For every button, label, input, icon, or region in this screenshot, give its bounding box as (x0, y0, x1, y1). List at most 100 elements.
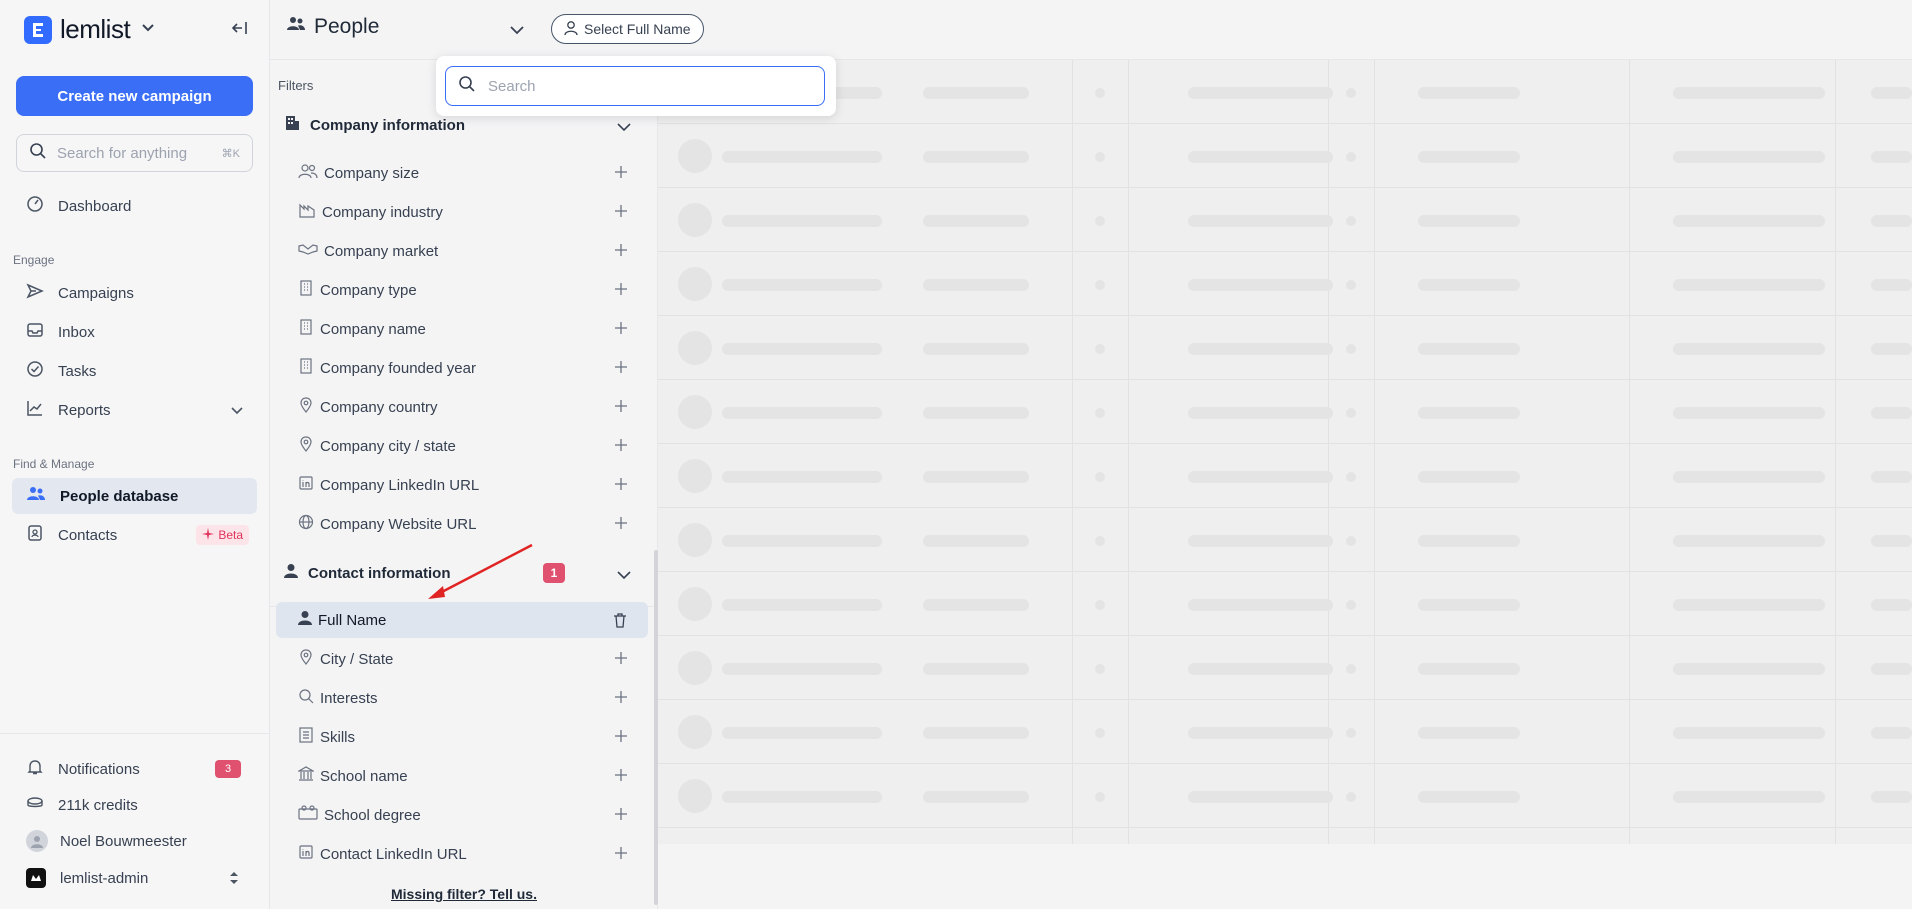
filter-company-website-url[interactable]: Company Website URL (276, 506, 648, 542)
plus-icon[interactable] (614, 807, 628, 825)
filter-company-founded-year[interactable]: Company founded year (276, 350, 648, 386)
plus-icon[interactable] (614, 204, 628, 222)
plus-icon[interactable] (614, 690, 628, 708)
plus-icon[interactable] (614, 360, 628, 378)
plus-icon[interactable] (614, 438, 628, 456)
building-icon (284, 115, 300, 135)
nav-notifications[interactable]: Notifications 3 (12, 751, 257, 787)
text-skeleton (1188, 215, 1333, 227)
search-placeholder: Search for anything (57, 144, 188, 162)
plus-icon[interactable] (614, 477, 628, 495)
avatar-skeleton (678, 715, 712, 749)
nav-reports[interactable]: Reports (12, 392, 257, 428)
filter-skills[interactable]: Skills (276, 719, 648, 755)
filter-school-name[interactable]: School name (276, 758, 648, 794)
missing-filter-link[interactable]: Missing filter? Tell us. (270, 886, 658, 902)
people-table-skeleton (658, 60, 1912, 844)
text-skeleton (923, 663, 1029, 675)
table-row-skeleton (658, 316, 1912, 380)
filter-label: Contact LinkedIn URL (320, 845, 467, 863)
chevron-down-icon (616, 119, 632, 139)
dropdown-search-input[interactable] (486, 76, 806, 96)
filter-company-country[interactable]: Company country (276, 389, 648, 425)
global-search-input[interactable]: Search for anything ⌘K (16, 134, 253, 172)
chevron-down-icon[interactable] (508, 20, 526, 43)
top-bar: People Select Full Name (270, 0, 1912, 60)
filter-label: Company industry (322, 203, 443, 221)
contact-information-title: Contact information (308, 564, 451, 582)
plus-icon[interactable] (614, 651, 628, 669)
plus-icon[interactable] (614, 165, 628, 183)
avatar-skeleton (678, 203, 712, 237)
text-skeleton (1418, 215, 1520, 227)
plus-icon[interactable] (614, 243, 628, 261)
filter-city-state[interactable]: City / State (276, 641, 648, 677)
linkedin-icon (298, 844, 314, 864)
text-skeleton (1418, 279, 1520, 291)
plus-icon[interactable] (614, 846, 628, 864)
text-skeleton (1418, 791, 1520, 803)
dot-skeleton (1346, 408, 1356, 418)
filter-label: Company LinkedIn URL (320, 476, 480, 494)
select-full-name-chip[interactable]: Select Full Name (551, 14, 704, 44)
chevron-down-icon (616, 567, 632, 587)
nav-contacts[interactable]: Contacts Beta (12, 517, 257, 553)
dot-skeleton (1095, 280, 1105, 290)
bell-icon (26, 758, 44, 780)
search-icon (298, 688, 314, 708)
filters-panel: Filters Company information Company size… (270, 60, 658, 909)
nav-inbox[interactable]: Inbox (12, 314, 257, 350)
filter-company-market[interactable]: Company market (276, 233, 648, 269)
credits-indicator[interactable]: 211k credits (12, 787, 257, 823)
filter-label: Company country (320, 398, 438, 416)
nav-dashboard[interactable]: Dashboard (12, 188, 257, 224)
nav-dashboard-label: Dashboard (58, 197, 132, 215)
nav-tasks[interactable]: Tasks (12, 353, 257, 389)
plus-icon[interactable] (614, 729, 628, 747)
plus-icon[interactable] (614, 282, 628, 300)
plus-icon[interactable] (614, 321, 628, 339)
collapse-sidebar-icon[interactable] (230, 18, 250, 43)
inbox-icon (26, 321, 44, 343)
filter-school-degree[interactable]: School degree (276, 797, 648, 833)
text-skeleton (1418, 471, 1520, 483)
avatar-skeleton (678, 523, 712, 557)
user-profile[interactable]: Noel Bouwmeester (12, 823, 257, 859)
search-shortcut: ⌘K (221, 147, 240, 160)
filter-contact-linkedin-url[interactable]: Contact LinkedIn URL (276, 836, 648, 872)
check-circle-icon (26, 360, 44, 382)
trash-icon[interactable] (612, 612, 628, 632)
nav-people-database[interactable]: People database (12, 478, 257, 514)
filter-company-type[interactable]: Company type (276, 272, 648, 308)
filter-interests[interactable]: Interests (276, 680, 648, 716)
search-icon (29, 142, 47, 165)
create-campaign-button[interactable]: Create new campaign (16, 76, 253, 116)
avatar-skeleton (678, 779, 712, 813)
avatar-skeleton (678, 395, 712, 429)
filter-company-city-state[interactable]: Company city / state (276, 428, 648, 464)
filter-company-linkedin-url[interactable]: Company LinkedIn URL (276, 467, 648, 503)
page-title-text: People (314, 15, 380, 38)
text-skeleton (923, 407, 1029, 419)
filter-company-size[interactable]: Company size (276, 155, 648, 191)
plus-icon[interactable] (614, 768, 628, 786)
table-row-skeleton (658, 444, 1912, 508)
send-icon (26, 282, 44, 304)
credits-label: 211k credits (58, 796, 138, 814)
text-skeleton (923, 87, 1029, 99)
dropdown-search-field[interactable] (445, 66, 825, 106)
contact-information-header[interactable]: Contact information 1 (284, 555, 642, 591)
org-switcher[interactable]: lemlist-admin (12, 860, 257, 896)
nav-campaigns[interactable]: Campaigns (12, 275, 257, 311)
filter-full-name[interactable]: Full Name (276, 602, 648, 638)
filter-company-name[interactable]: Company name (276, 311, 648, 347)
people-outline-icon (298, 163, 318, 183)
text-skeleton (1673, 279, 1825, 291)
brand-switcher[interactable]: lemlist (24, 14, 156, 45)
dot-skeleton (1095, 600, 1105, 610)
text-skeleton (1418, 343, 1520, 355)
filter-company-industry[interactable]: Company industry (276, 194, 648, 230)
plus-icon[interactable] (614, 399, 628, 417)
plus-icon[interactable] (614, 516, 628, 534)
page-title[interactable]: People (286, 15, 379, 39)
